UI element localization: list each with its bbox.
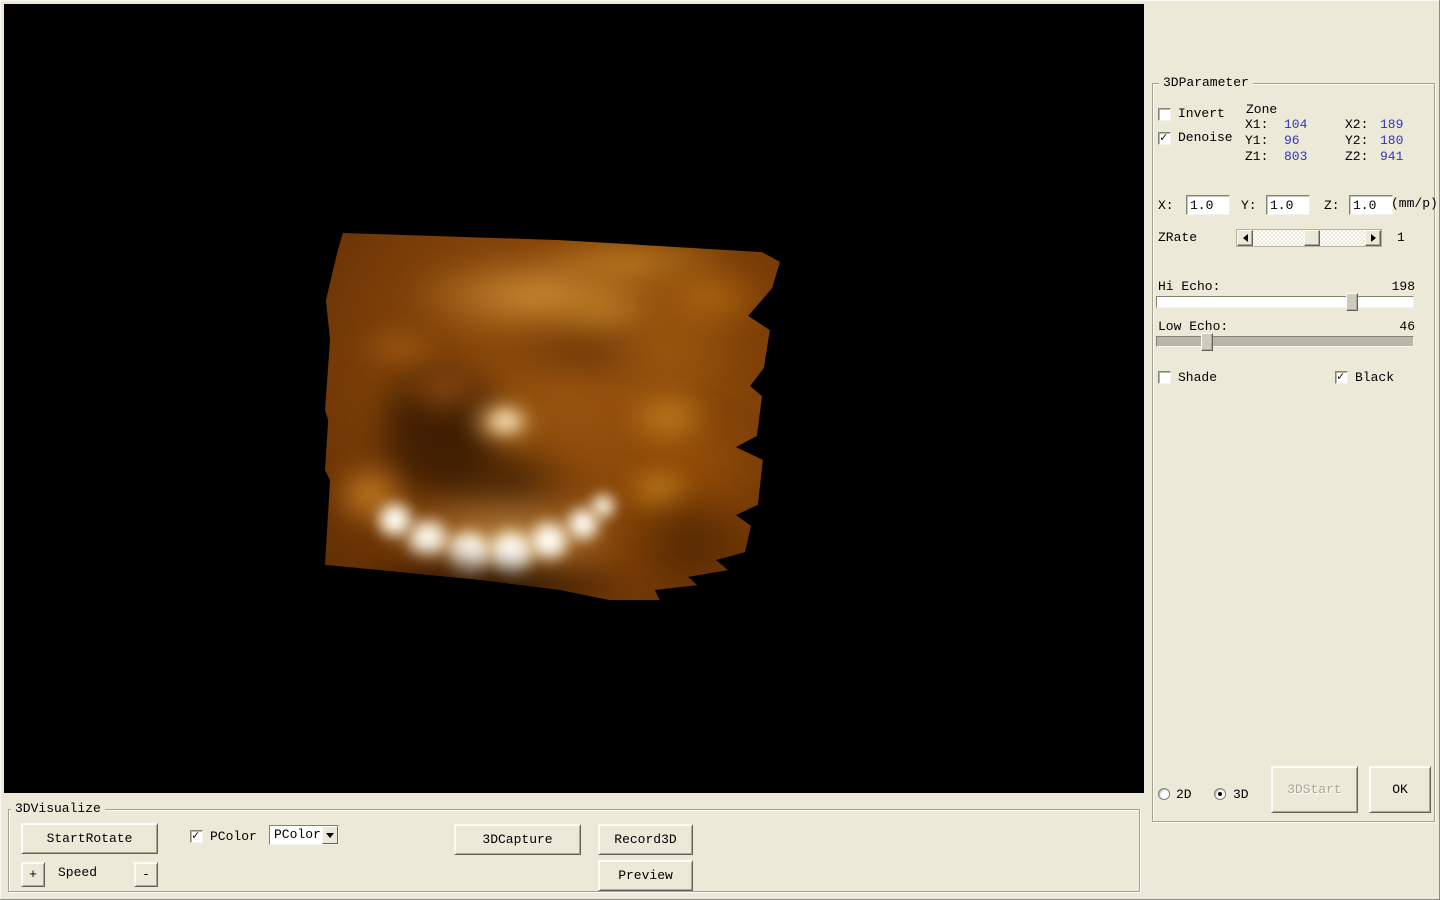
zone-z1-value: 803 [1284, 149, 1308, 164]
mode-2d-label: 2D [1176, 787, 1192, 802]
record-3d-button[interactable]: Record3D [598, 824, 693, 855]
speed-decrease-button[interactable]: - [134, 862, 158, 887]
scale-z-input[interactable] [1349, 195, 1393, 215]
mode-3d-radio[interactable] [1214, 788, 1226, 800]
invert-label: Invert [1178, 106, 1225, 121]
ultrasound-volume-render [325, 233, 780, 601]
volume-texture-blob [355, 555, 635, 601]
low-echo-slider[interactable] [1156, 333, 1414, 351]
hi-echo-label: Hi Echo: [1158, 279, 1221, 294]
zrate-scroll-thumb[interactable] [1304, 230, 1320, 246]
pcolor-select[interactable]: PColor [269, 825, 339, 845]
denoise-checkbox[interactable] [1158, 130, 1171, 145]
zrate-label: ZRate [1158, 230, 1198, 245]
mode-2d-radio[interactable] [1158, 788, 1170, 800]
arrow-right-icon [1370, 234, 1380, 242]
zone-y2-label: Y2: [1345, 133, 1369, 148]
zone-y1-value: 96 [1284, 133, 1300, 148]
zone-x2-value: 189 [1380, 117, 1404, 132]
zone-y2-value: 180 [1380, 133, 1404, 148]
scale-z-label: Z: [1324, 198, 1340, 213]
low-echo-label: Low Echo: [1158, 319, 1229, 334]
scale-x-input[interactable] [1186, 195, 1230, 215]
visualize-groupbox-title: 3DVisualize [11, 801, 105, 816]
parameter-groupbox: 3DParameter Invert Denoise Zone X1: 104 … [1152, 75, 1438, 822]
zone-y1-label: Y1: [1245, 133, 1269, 148]
mode-3d-label: 3D [1233, 787, 1249, 802]
shade-label: Shade [1178, 370, 1218, 385]
ok-button[interactable]: OK [1369, 766, 1431, 813]
zrate-scroll-left-button[interactable] [1237, 230, 1253, 246]
black-checkbox[interactable] [1335, 369, 1348, 384]
visualize-groupbox: 3DVisualize StartRotate PColor PColor 3D… [8, 801, 1140, 892]
parameter-groupbox-title: 3DParameter [1159, 75, 1253, 90]
zone-z2-label: Z2: [1345, 149, 1369, 164]
volume-crescent-segment [587, 490, 619, 522]
scale-x-label: X: [1158, 198, 1174, 213]
scale-unit-label: (mm/p) [1391, 196, 1438, 211]
speed-increase-button[interactable]: + [21, 862, 45, 887]
capture-3d-button[interactable]: 3DCapture [454, 824, 581, 855]
zone-x2-label: X2: [1345, 117, 1369, 132]
zone-x1-label: X1: [1245, 117, 1269, 132]
hi-echo-slider-thumb[interactable] [1346, 293, 1358, 311]
denoise-label: Denoise [1178, 130, 1233, 145]
start-rotate-button[interactable]: StartRotate [21, 823, 158, 854]
zone-x1-value: 104 [1284, 117, 1308, 132]
zone-title: Zone [1246, 102, 1278, 117]
render-viewport[interactable] [4, 4, 1144, 793]
pcolor-label: PColor [210, 829, 257, 844]
hi-echo-slider[interactable] [1156, 293, 1414, 311]
scale-y-label: Y: [1241, 198, 1257, 213]
invert-checkbox[interactable] [1158, 108, 1171, 121]
zone-z1-label: Z1: [1245, 149, 1269, 164]
hi-echo-value: 198 [1391, 279, 1415, 294]
application-window: { "viewport": { "description": "3D ultra… [0, 0, 1440, 900]
pcolor-select-drop-button[interactable] [322, 826, 338, 844]
pcolor-checkbox[interactable] [190, 828, 203, 843]
zrate-scroll-right-button[interactable] [1365, 230, 1381, 246]
zrate-value: 1 [1397, 230, 1405, 245]
pcolor-select-value: PColor [274, 827, 321, 842]
zrate-scrollbar[interactable] [1236, 229, 1382, 247]
black-label: Black [1355, 370, 1395, 385]
start-3d-button[interactable]: 3DStart [1271, 766, 1358, 813]
shade-checkbox[interactable] [1158, 371, 1171, 384]
scale-y-input[interactable] [1266, 195, 1310, 215]
speed-label: Speed [58, 865, 98, 880]
volume-texture-blob [625, 480, 755, 600]
preview-button[interactable]: Preview [598, 860, 693, 891]
low-echo-slider-thumb[interactable] [1201, 333, 1213, 351]
chevron-down-icon [326, 832, 334, 842]
volume-texture-blob [620, 385, 715, 450]
low-echo-value: 46 [1399, 319, 1415, 334]
arrow-left-icon [1239, 234, 1248, 242]
zone-z2-value: 941 [1380, 149, 1404, 164]
volume-texture-blob [485, 405, 527, 437]
